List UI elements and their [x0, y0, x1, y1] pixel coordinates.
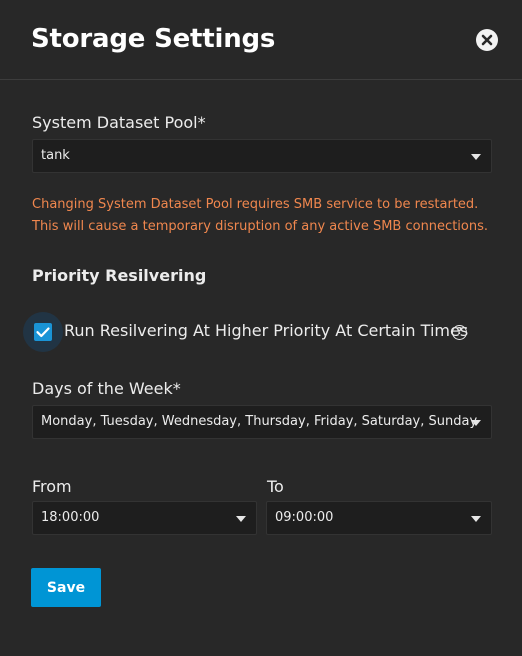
- dropdown-arrow-icon: [471, 516, 481, 522]
- save-button[interactable]: Save: [31, 568, 101, 607]
- pool-select[interactable]: tank: [32, 139, 492, 173]
- from-select-value: 18:00:00: [41, 510, 100, 525]
- dropdown-arrow-icon: [471, 420, 481, 426]
- help-icon[interactable]: ?: [452, 325, 467, 340]
- dialog-title: Storage Settings: [31, 24, 276, 54]
- to-label: To: [267, 477, 284, 496]
- pool-select-value: tank: [41, 148, 70, 163]
- dropdown-arrow-icon: [471, 154, 481, 160]
- resilver-checkbox-label[interactable]: Run Resilvering At Higher Priority At Ce…: [64, 321, 468, 340]
- to-select-value: 09:00:00: [275, 510, 334, 525]
- pool-label: System Dataset Pool*: [32, 113, 206, 132]
- required-mark: *: [172, 379, 181, 398]
- from-select[interactable]: 18:00:00: [32, 501, 257, 535]
- dropdown-arrow-icon: [236, 516, 246, 522]
- close-icon[interactable]: [476, 29, 498, 51]
- days-select[interactable]: Monday, Tuesday, Wednesday, Thursday, Fr…: [32, 405, 492, 439]
- pool-warning-text: Changing System Dataset Pool requires SM…: [32, 197, 488, 234]
- from-label: From: [32, 477, 72, 496]
- dialog-header: Storage Settings: [0, 0, 522, 80]
- to-select[interactable]: 09:00:00: [266, 501, 492, 535]
- days-label: Days of the Week*: [32, 379, 181, 398]
- section-title-priority-resilvering: Priority Resilvering: [32, 266, 207, 285]
- required-mark: *: [197, 113, 206, 132]
- resilver-checkbox[interactable]: [34, 323, 52, 341]
- days-select-value: Monday, Tuesday, Wednesday, Thursday, Fr…: [41, 414, 478, 429]
